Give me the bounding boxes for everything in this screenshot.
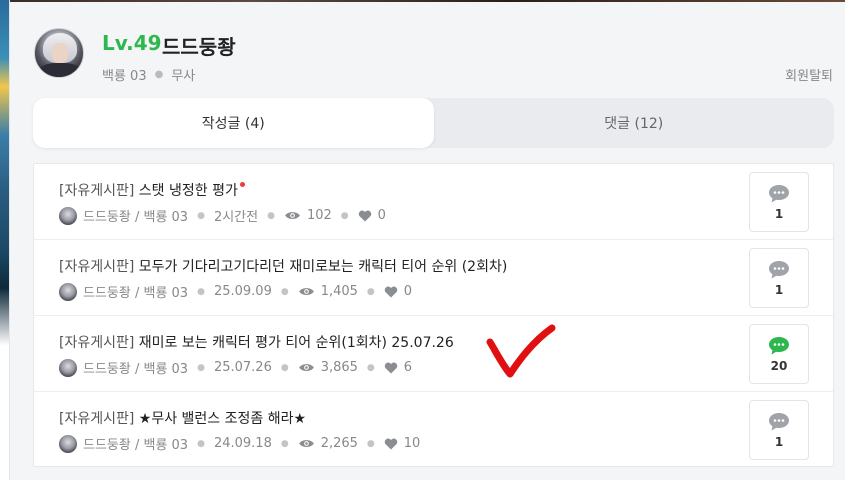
post-title[interactable]: [자유게시판] 스탯 냉정한 평가 [59, 180, 245, 200]
post-likes: 6 [403, 360, 413, 375]
tab-bar: 작성글 (4) 댓글 (12) [33, 98, 834, 148]
post-meta: 드드둥좡 / 백룡 03 ● 25.09.09 ● 1,405 ● 0 [59, 282, 412, 301]
author-avatar [59, 206, 77, 225]
post-views: 3,865 [320, 360, 358, 375]
post-meta: 드드둥좡 / 백룡 03 ● 25.07.26 ● 3,865 ● 6 [59, 358, 412, 377]
eye-icon [298, 288, 314, 295]
post-row[interactable]: [자유게시판] 스탯 냉정한 평가 드드둥좡 / 백룡 03 ● 2시간전 ● … [34, 164, 833, 240]
heart-icon [384, 362, 398, 373]
level-label: Lv.49 [102, 31, 162, 55]
separator-dot: ● [267, 210, 275, 221]
eye-icon [298, 440, 314, 447]
speech-bubble-icon [769, 336, 789, 354]
post-list: [자유게시판] 스탯 냉정한 평가 드드둥좡 / 백룡 03 ● 2시간전 ● … [33, 163, 834, 467]
post-title[interactable]: [자유게시판] 모두가 기다리고기다리던 재미로보는 캐릭터 티어 순위 (2회… [59, 256, 507, 276]
eye-icon [285, 212, 300, 219]
post-title-text: 재미로 보는 캐릭터 평가 티어 순위(1회차) 25.07.26 [138, 335, 454, 351]
heart-icon [384, 438, 398, 449]
job-name: 무사 [171, 69, 196, 84]
new-indicator-dot [239, 182, 245, 187]
withdraw-link[interactable]: 회원탈퇴 [785, 65, 833, 84]
post-likes: 0 [403, 284, 413, 299]
eye-icon [298, 364, 314, 371]
comment-count: 1 [774, 434, 784, 449]
profile-subinfo: 백룡 03 ● 무사 [102, 65, 195, 84]
separator-dot: ● [280, 362, 289, 373]
tab-posts[interactable]: 작성글 (4) [33, 98, 434, 148]
post-meta: 드드둥좡 / 백룡 03 ● 24.09.18 ● 2,265 ● 10 [59, 434, 420, 453]
post-likes: 0 [377, 208, 386, 223]
heart-icon [384, 286, 398, 297]
post-author: 드드둥좡 / 백룡 03 [83, 438, 189, 453]
comment-count-button[interactable]: 1 [749, 400, 809, 460]
post-date: 2시간전 [213, 210, 259, 225]
separator-dot: ● [366, 362, 375, 373]
comment-count-button[interactable]: 20 [749, 324, 809, 384]
separator-dot: ● [197, 286, 205, 297]
server-name: 백룡 03 [102, 69, 147, 84]
speech-bubble-icon [769, 412, 789, 430]
speech-bubble-icon [769, 260, 789, 278]
separator-dot: ● [280, 286, 289, 297]
nickname: 드드둥좡 [162, 35, 236, 59]
post-author: 드드둥좡 / 백룡 03 [83, 286, 189, 301]
comment-count: 1 [774, 206, 784, 221]
post-views: 1,405 [320, 284, 358, 299]
separator-dot: ● [154, 69, 164, 80]
comment-count: 20 [770, 358, 788, 373]
separator-dot: ● [366, 438, 375, 449]
post-title-text: 모두가 기다리고기다리던 재미로보는 캐릭터 티어 순위 (2회차) [138, 259, 508, 275]
post-board: [자유게시판] [59, 259, 135, 275]
post-meta: 드드둥좡 / 백룡 03 ● 2시간전 ● 102 ● 0 [59, 206, 386, 225]
background-art-edge [0, 0, 10, 480]
post-views: 102 [306, 208, 332, 223]
speech-bubble-icon [769, 184, 789, 202]
separator-dot: ● [197, 210, 205, 221]
post-title-text: ★무사 밸런스 조정좀 해라★ [138, 411, 307, 427]
post-board: [자유게시판] [59, 183, 135, 199]
comment-count-button[interactable]: 1 [749, 172, 809, 232]
profile-avatar [34, 28, 84, 78]
author-avatar [59, 434, 77, 453]
separator-dot: ● [280, 438, 289, 449]
separator-dot: ● [340, 210, 349, 221]
author-avatar [59, 358, 77, 377]
heart-icon [358, 210, 371, 221]
post-row[interactable]: [자유게시판] ★무사 밸런스 조정좀 해라★ 드드둥좡 / 백룡 03 ● 2… [34, 392, 833, 468]
post-date: 25.09.09 [213, 284, 272, 299]
separator-dot: ● [366, 286, 375, 297]
post-board: [자유게시판] [59, 335, 135, 351]
post-row[interactable]: [자유게시판] 재미로 보는 캐릭터 평가 티어 순위(1회차) 25.07.2… [34, 316, 833, 392]
tab-comments[interactable]: 댓글 (12) [434, 98, 835, 148]
post-author: 드드둥좡 / 백룡 03 [83, 362, 189, 377]
post-row[interactable]: [자유게시판] 모두가 기다리고기다리던 재미로보는 캐릭터 티어 순위 (2회… [34, 240, 833, 316]
post-title[interactable]: [자유게시판] ★무사 밸런스 조정좀 해라★ [59, 408, 306, 428]
post-board: [자유게시판] [59, 411, 135, 427]
post-author: 드드둥좡 / 백룡 03 [83, 210, 189, 225]
author-avatar [59, 282, 77, 301]
post-likes: 10 [403, 436, 421, 451]
post-date: 24.09.18 [213, 436, 272, 451]
comment-count: 1 [774, 282, 784, 297]
separator-dot: ● [197, 362, 205, 373]
comment-count-button[interactable]: 1 [749, 248, 809, 308]
post-title[interactable]: [자유게시판] 재미로 보는 캐릭터 평가 티어 순위(1회차) 25.07.2… [59, 332, 454, 352]
separator-dot: ● [197, 438, 205, 449]
post-title-text: 스탯 냉정한 평가 [138, 183, 238, 199]
post-date: 25.07.26 [213, 360, 272, 375]
post-views: 2,265 [320, 436, 358, 451]
